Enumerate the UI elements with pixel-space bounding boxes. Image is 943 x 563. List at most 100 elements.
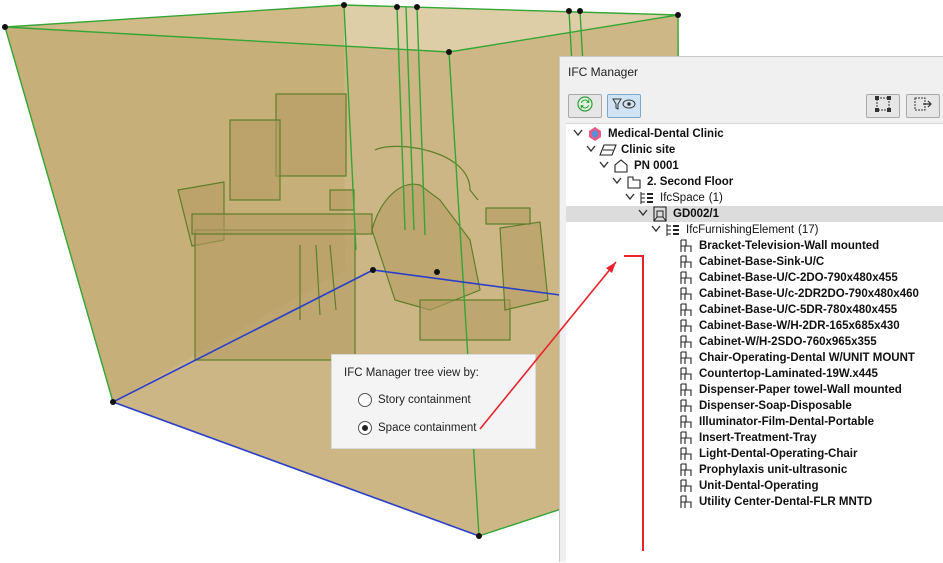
tree-row[interactable]: PN 0001 — [566, 158, 943, 174]
tree-row[interactable]: Illuminator-Film-Dental-Portable — [566, 414, 943, 430]
option-label: Space containment — [378, 422, 477, 434]
select-elements-icon — [874, 95, 892, 118]
tree-row[interactable]: IfcSpace (1) — [566, 190, 943, 206]
expand-chevron-icon[interactable] — [611, 177, 623, 188]
tree-row-label: Clinic site — [621, 144, 676, 156]
furniture-icon — [677, 430, 695, 446]
options-title: IFC Manager tree view by: — [344, 367, 479, 379]
tree-row[interactable]: Clinic site — [566, 142, 943, 158]
tree-row[interactable]: Medical-Dental Clinic — [566, 126, 943, 142]
tree-row-label: Cabinet-Base-Sink-U/C — [699, 256, 825, 268]
tree-row-label: Cabinet-Base-U/C-2DO-790x480x455 — [699, 272, 898, 284]
site-icon — [599, 142, 617, 158]
tree-row-label: Bracket-Television-Wall mounted — [699, 240, 880, 252]
tree-row[interactable]: Cabinet-W/H-2SDO-760x965x355 — [566, 334, 943, 350]
tree-row-label: Cabinet-Base-W/H-2DR-165x685x430 — [699, 320, 900, 332]
tree-row-label: Cabinet-Base-U/c-2DR2DO-790x480x460 — [699, 288, 919, 300]
panel-title: IFC Manager — [568, 65, 639, 79]
expand-chevron-icon[interactable] — [598, 161, 610, 172]
tree-row-count: (17) — [798, 224, 819, 236]
tree-row[interactable]: IfcFurnishingElement (17) — [566, 222, 943, 238]
furniture-icon — [677, 366, 695, 382]
option-space-containment[interactable]: Space containment — [358, 421, 476, 435]
tree-row-label: Unit-Dental-Operating — [699, 480, 819, 492]
radio-space-containment[interactable] — [358, 421, 372, 435]
tree-row-label: Chair-Operating-Dental W/UNIT MOUNT — [699, 352, 915, 364]
tree-row[interactable]: Chair-Operating-Dental W/UNIT MOUNT — [566, 350, 943, 366]
tree-row[interactable]: Cabinet-Base-Sink-U/C — [566, 254, 943, 270]
furniture-icon — [677, 462, 695, 478]
tree-row[interactable]: Cabinet-Base-U/c-2DR2DO-790x480x460 — [566, 286, 943, 302]
storey-icon — [625, 174, 643, 190]
furniture-icon — [677, 286, 695, 302]
tree-row[interactable]: Unit-Dental-Operating — [566, 478, 943, 494]
furniture-icon — [677, 382, 695, 398]
radio-story-containment[interactable] — [358, 393, 372, 407]
furniture-icon — [677, 254, 695, 270]
class-icon — [664, 222, 682, 238]
tree-row-label: Medical-Dental Clinic — [608, 128, 724, 140]
tree-row[interactable]: Countertop-Laminated-19W.x445 — [566, 366, 943, 382]
tree-row[interactable]: Dispenser-Soap-Disposable — [566, 398, 943, 414]
furniture-icon — [677, 350, 695, 366]
furniture-icon — [677, 334, 695, 350]
furniture-icon — [677, 270, 695, 286]
furniture-icon — [677, 478, 695, 494]
tree-row-label: Dispenser-Paper towel-Wall mounted — [699, 384, 902, 396]
furniture-icon — [677, 302, 695, 318]
tree-row-label: IfcFurnishingElement — [686, 224, 795, 236]
tree-row-count: (1) — [708, 192, 723, 204]
tree-row-label: Countertop-Laminated-19W.x445 — [699, 368, 878, 380]
select-elements-button[interactable] — [866, 94, 900, 118]
expand-chevron-icon[interactable] — [624, 193, 636, 204]
tree-row-label: Cabinet-Base-U/C-5DR-780x480x455 — [699, 304, 898, 316]
tree-row[interactable]: Prophylaxis unit-ultrasonic — [566, 462, 943, 478]
ifc-manager-panel: IFC Manager Medical-Dental Clinic Clinic … — [559, 56, 943, 563]
filter-view-button[interactable] — [607, 94, 641, 118]
tree-row-label: Prophylaxis unit-ultrasonic — [699, 464, 848, 476]
furniture-icon — [677, 446, 695, 462]
furniture-icon — [677, 238, 695, 254]
expand-chevron-icon[interactable] — [650, 225, 662, 236]
tree-row[interactable]: Bracket-Television-Wall mounted — [566, 238, 943, 254]
tree-row-label: Cabinet-W/H-2SDO-760x965x355 — [699, 336, 877, 348]
ifc-tree[interactable]: Medical-Dental Clinic Clinic site PN 0001 2… — [566, 123, 943, 563]
tree-row[interactable]: Cabinet-Base-U/C-5DR-780x480x455 — [566, 302, 943, 318]
furniture-icon — [677, 318, 695, 334]
tree-row[interactable]: GD002/1 — [566, 206, 943, 222]
tree-row-label: Utility Center-Dental-FLR MNTD — [699, 496, 873, 508]
tree-row-label: IfcSpace — [660, 192, 705, 204]
tree-row[interactable]: 2. Second Floor — [566, 174, 943, 190]
tree-row[interactable]: Utility Center-Dental-FLR MNTD — [566, 494, 943, 510]
expand-chevron-icon[interactable] — [572, 129, 584, 140]
tree-row-label: Insert-Treatment-Tray — [699, 432, 817, 444]
tree-row-label: Illuminator-Film-Dental-Portable — [699, 416, 875, 428]
tree-view-options: IFC Manager tree view by: Story containm… — [331, 354, 536, 449]
filter-eye-icon — [611, 96, 637, 117]
tree-row[interactable]: Light-Dental-Operating-Chair — [566, 446, 943, 462]
refresh-icon — [576, 95, 594, 118]
building-icon — [612, 158, 630, 174]
tree-row-label: 2. Second Floor — [647, 176, 734, 188]
option-label: Story containment — [378, 394, 471, 406]
export-button[interactable] — [906, 94, 940, 118]
furniture-icon — [677, 398, 695, 414]
space-icon — [651, 206, 669, 222]
export-icon — [913, 95, 933, 118]
tree-row[interactable]: Cabinet-Base-U/C-2DO-790x480x455 — [566, 270, 943, 286]
tree-row[interactable]: Insert-Treatment-Tray — [566, 430, 943, 446]
furniture-icon — [677, 494, 695, 510]
expand-chevron-icon[interactable] — [637, 209, 649, 220]
option-story-containment[interactable]: Story containment — [358, 393, 471, 407]
expand-chevron-icon[interactable] — [585, 145, 597, 156]
tree-row[interactable]: Cabinet-Base-W/H-2DR-165x685x430 — [566, 318, 943, 334]
tree-row-label: GD002/1 — [673, 208, 720, 220]
tree-row-label: Dispenser-Soap-Disposable — [699, 400, 852, 412]
tree-row-label: Light-Dental-Operating-Chair — [699, 448, 858, 460]
tree-row-label: PN 0001 — [634, 160, 679, 172]
class-icon — [638, 190, 656, 206]
project-icon — [586, 126, 604, 142]
refresh-button[interactable] — [568, 94, 602, 118]
tree-row[interactable]: Dispenser-Paper towel-Wall mounted — [566, 382, 943, 398]
furniture-icon — [677, 414, 695, 430]
